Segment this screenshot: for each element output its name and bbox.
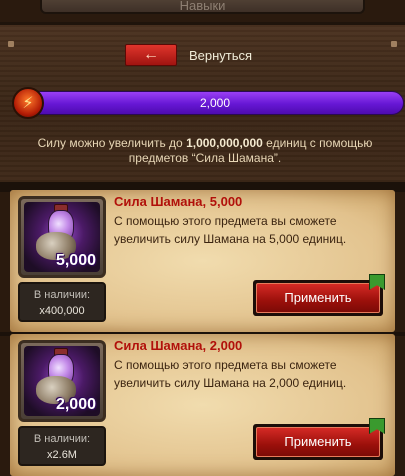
item-description: С помощью этого предмета вы сможете увел… bbox=[114, 214, 347, 246]
item-title: Сила Шамана, 2,000 bbox=[114, 338, 243, 353]
stock-value: x2.6M bbox=[47, 449, 77, 461]
shaman-power-potion-icon: 5,000 bbox=[24, 202, 100, 272]
item-title: Сила Шамана, 5,000 bbox=[114, 194, 243, 209]
power-value: 2,000 bbox=[199, 96, 231, 110]
power-bar: 2,000 bbox=[26, 91, 404, 115]
skills-tab[interactable]: Навыки bbox=[40, 0, 365, 14]
apply-button-label: Применить bbox=[256, 283, 380, 313]
power-hint: Силу можно увеличить до 1,000,000,000 ед… bbox=[20, 136, 390, 166]
stock-label: В наличии: bbox=[33, 433, 91, 445]
arrow-left-icon: ← bbox=[143, 46, 159, 63]
apply-button[interactable]: Применить bbox=[253, 418, 385, 460]
apply-button[interactable]: Применить bbox=[253, 274, 385, 316]
stock-box: В наличии: x2.6M bbox=[18, 426, 106, 466]
stock-box: В наличии: x400,000 bbox=[18, 282, 106, 322]
back-row: ← Вернуться bbox=[125, 44, 252, 66]
lightning-icon: ⚡ bbox=[12, 87, 44, 119]
hint-prefix: Силу можно увеличить до bbox=[37, 136, 183, 150]
power-bar-wrap: ⚡ 2,000 bbox=[12, 87, 404, 119]
apply-button-label: Применить bbox=[256, 427, 380, 457]
back-button[interactable]: ← bbox=[125, 44, 177, 66]
item-card: 2,000 В наличии: x2.6M Сила Шамана, 2,00… bbox=[10, 334, 395, 476]
item-qty-badge: 2,000 bbox=[55, 396, 96, 413]
item-description: С помощью этого предмета вы сможете увел… bbox=[114, 358, 347, 390]
item-icon-frame: 2,000 bbox=[18, 340, 106, 422]
hint-amount: 1,000,000,000 bbox=[186, 136, 263, 150]
item-card: 5,000 В наличии: x400,000 Сила Шамана, 5… bbox=[10, 190, 395, 332]
stock-label: В наличии: bbox=[33, 289, 91, 301]
skills-tab-label: Навыки bbox=[179, 0, 226, 13]
back-label: Вернуться bbox=[189, 47, 253, 63]
item-qty-badge: 5,000 bbox=[55, 252, 96, 269]
shaman-power-potion-icon: 2,000 bbox=[24, 346, 100, 416]
item-icon-frame: 5,000 bbox=[18, 196, 106, 278]
stock-value: x400,000 bbox=[39, 305, 85, 317]
